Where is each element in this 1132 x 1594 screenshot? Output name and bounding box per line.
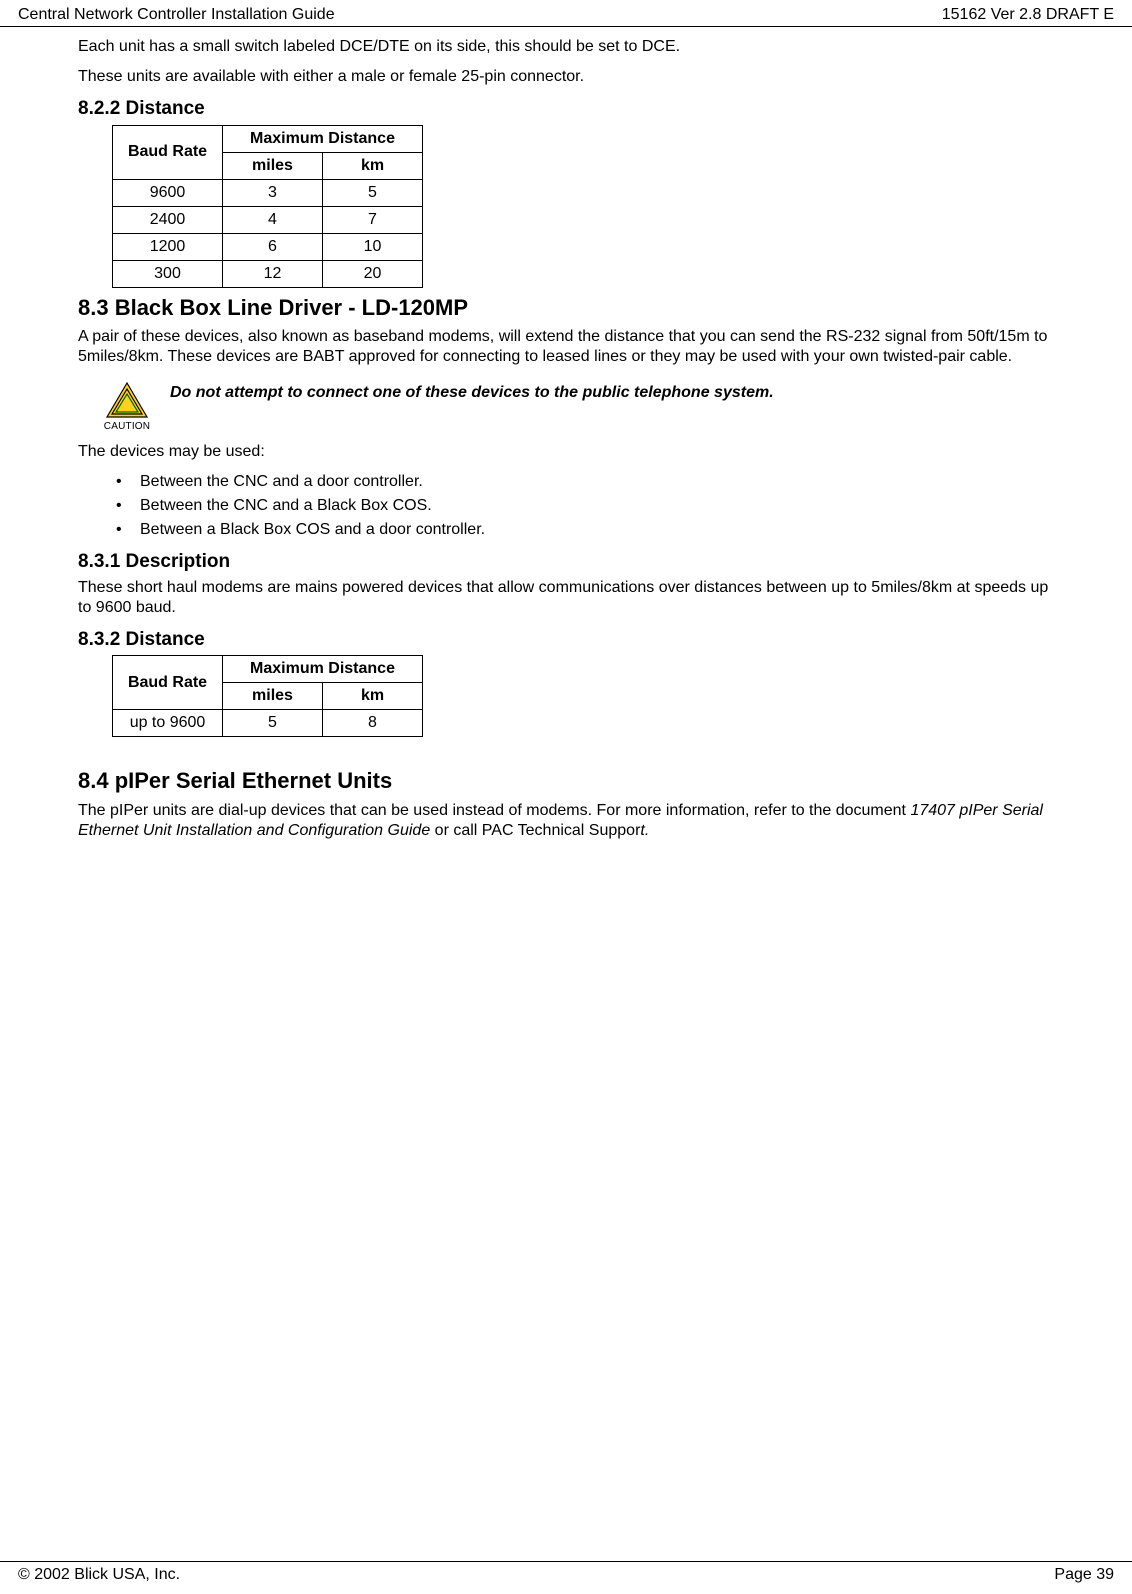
caution-icon: CAUTION xyxy=(102,381,152,434)
cell-km: 10 xyxy=(323,233,423,260)
th-km: km xyxy=(323,152,423,179)
footer-page-number: Page 39 xyxy=(1054,1566,1114,1584)
th-baud-rate: Baud Rate xyxy=(113,125,223,179)
s84-paragraph-1: The pIPer units are dial-up devices that… xyxy=(78,801,1054,841)
page-header: Central Network Controller Installation … xyxy=(0,0,1132,27)
distance-table-832: Baud Rate Maximum Distance miles km up t… xyxy=(112,655,423,737)
page-footer: © 2002 Blick USA, Inc. Page 39 xyxy=(0,1561,1132,1594)
th-max-distance: Maximum Distance xyxy=(223,125,423,152)
heading-8-3-1: 8.3.1 Description xyxy=(78,550,1054,574)
page-content: Each unit has a small switch labeled DCE… xyxy=(0,27,1132,841)
cell-km: 5 xyxy=(323,179,423,206)
table-row: Baud Rate Maximum Distance xyxy=(113,125,423,152)
usage-list: Between the CNC and a door controller. B… xyxy=(112,472,1054,540)
text-run: or call PAC Technical Suppor xyxy=(430,822,640,839)
heading-8-4: 8.4 pIPer Serial Ethernet Units xyxy=(78,767,1054,795)
list-item: Between a Black Box COS and a door contr… xyxy=(112,520,1054,540)
table-row: Baud Rate Maximum Distance xyxy=(113,656,423,683)
cell-baud: 2400 xyxy=(113,206,223,233)
cell-miles: 12 xyxy=(223,260,323,287)
header-title: Central Network Controller Installation … xyxy=(18,6,335,24)
th-max-distance: Maximum Distance xyxy=(223,656,423,683)
intro-paragraph-2: These units are available with either a … xyxy=(78,67,1054,87)
spacer xyxy=(78,743,1054,761)
heading-8-3: 8.3 Black Box Line Driver - LD-120MP xyxy=(78,294,1054,322)
th-baud-rate: Baud Rate xyxy=(113,656,223,710)
table-row: 2400 4 7 xyxy=(113,206,423,233)
s831-paragraph-1: These short haul modems are mains powere… xyxy=(78,578,1054,618)
table-row: 300 12 20 xyxy=(113,260,423,287)
th-miles: miles xyxy=(223,683,323,710)
cell-km: 8 xyxy=(323,710,423,737)
table-row: 1200 6 10 xyxy=(113,233,423,260)
cell-miles: 3 xyxy=(223,179,323,206)
cell-miles: 4 xyxy=(223,206,323,233)
text-run: The pIPer units are dial-up devices that… xyxy=(78,802,910,819)
cell-baud: 1200 xyxy=(113,233,223,260)
cell-miles: 5 xyxy=(223,710,323,737)
distance-table-822: Baud Rate Maximum Distance miles km 9600… xyxy=(112,125,423,288)
text-run: t. xyxy=(640,822,649,839)
s83-paragraph-1: A pair of these devices, also known as b… xyxy=(78,327,1054,367)
footer-copyright: © 2002 Blick USA, Inc. xyxy=(18,1566,180,1584)
caution-label: CAUTION xyxy=(102,421,152,434)
cell-miles: 6 xyxy=(223,233,323,260)
caution-text: Do not attempt to connect one of these d… xyxy=(152,381,774,403)
cell-baud: 9600 xyxy=(113,179,223,206)
s83-paragraph-2: The devices may be used: xyxy=(78,442,1054,462)
heading-8-2-2: 8.2.2 Distance xyxy=(78,97,1054,121)
cell-km: 20 xyxy=(323,260,423,287)
list-item: Between the CNC and a door controller. xyxy=(112,472,1054,492)
caution-block: CAUTION Do not attempt to connect one of… xyxy=(102,381,1054,434)
cell-baud: 300 xyxy=(113,260,223,287)
th-km: km xyxy=(323,683,423,710)
heading-8-3-2: 8.3.2 Distance xyxy=(78,628,1054,652)
cell-baud: up to 9600 xyxy=(113,710,223,737)
intro-paragraph-1: Each unit has a small switch labeled DCE… xyxy=(78,37,1054,57)
table-row: up to 9600 5 8 xyxy=(113,710,423,737)
th-miles: miles xyxy=(223,152,323,179)
table-row: 9600 3 5 xyxy=(113,179,423,206)
header-docref: 15162 Ver 2.8 DRAFT E xyxy=(942,6,1114,24)
cell-km: 7 xyxy=(323,206,423,233)
list-item: Between the CNC and a Black Box COS. xyxy=(112,496,1054,516)
